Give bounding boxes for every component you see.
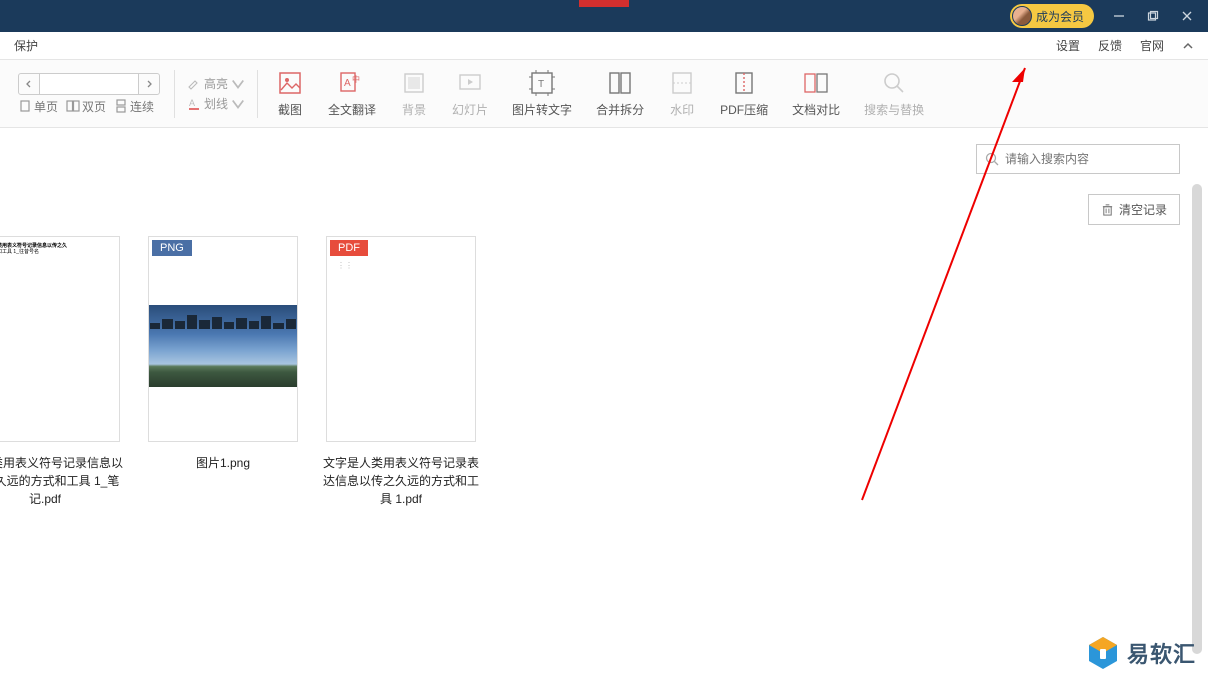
watermark-logo: 易软汇 <box>1085 635 1196 671</box>
svg-text:中: 中 <box>352 74 360 84</box>
file-name: 图片1.png <box>143 454 303 472</box>
scrollbar-thumb[interactable] <box>1192 184 1202 654</box>
menu-protect[interactable]: 保护 <box>14 37 38 54</box>
svg-text:A: A <box>189 98 195 108</box>
file-card[interactable]: F 文字是人类用表义符号记录信息以传之久 远的方式和工具 1_往昔号名 是人类用… <box>0 236 120 508</box>
full-translate-button[interactable]: A中 全文翻译 <box>316 65 388 122</box>
compress-icon <box>730 69 758 97</box>
file-card[interactable]: PNG 图片1.png <box>148 236 298 508</box>
slideshow-icon <box>456 69 484 97</box>
clear-records-button[interactable]: 清空记录 <box>1088 194 1180 225</box>
view-continuous[interactable]: 连续 <box>114 98 154 115</box>
watermark-button[interactable]: 水印 <box>656 65 708 122</box>
file-type-badge: PNG <box>152 240 192 256</box>
watermark-icon <box>668 69 696 97</box>
menu-feedback[interactable]: 反馈 <box>1098 37 1122 54</box>
file-thumbnail: PNG <box>148 236 298 442</box>
file-thumbnail: PDF ⋮⋮ <box>326 236 476 442</box>
ocr-icon: T <box>528 69 556 97</box>
merge-split-icon <box>606 69 634 97</box>
menu-bar: 保护 设置 反馈 官网 <box>0 32 1208 60</box>
merge-split-button[interactable]: 合并拆分 <box>584 65 656 122</box>
content-area: 清空记录 F 文字是人类用表义符号记录信息以传之久 远的方式和工具 1_往昔号名… <box>0 128 1208 681</box>
search-icon <box>985 152 999 166</box>
logo-icon <box>1085 635 1121 671</box>
file-grid: F 文字是人类用表义符号记录信息以传之久 远的方式和工具 1_往昔号名 是人类用… <box>0 128 476 508</box>
img-to-text-button[interactable]: T 图片转文字 <box>500 65 584 122</box>
doc-compare-button[interactable]: 文档对比 <box>780 65 852 122</box>
background-icon <box>400 69 428 97</box>
file-name: 文字是人类用表义符号记录表达信息以传之久远的方式和工具 1.pdf <box>321 454 481 508</box>
minimize-button[interactable] <box>1102 2 1136 30</box>
search-replace-button[interactable]: 搜索与替换 <box>852 65 936 122</box>
svg-text:A: A <box>344 78 351 89</box>
file-card[interactable]: PDF ⋮⋮ 文字是人类用表义符号记录表达信息以传之久远的方式和工具 1.pdf <box>326 236 476 508</box>
menu-settings[interactable]: 设置 <box>1056 37 1080 54</box>
member-label: 成为会员 <box>1036 8 1084 25</box>
member-badge[interactable]: 成为会员 <box>1010 4 1094 28</box>
svg-text:T: T <box>538 79 544 90</box>
search-box[interactable] <box>976 144 1180 174</box>
background-button[interactable]: 背景 <box>388 65 440 122</box>
collapse-ribbon-button[interactable] <box>1182 40 1194 52</box>
screenshot-button[interactable]: 截图 <box>264 65 316 122</box>
pdf-compress-button[interactable]: PDF压缩 <box>708 65 780 122</box>
file-name: 是人类用表义符号记录信息以传之久远的方式和工具 1_笔记.pdf <box>0 454 125 508</box>
page-navigator <box>18 73 160 95</box>
toolbar-ribbon: 单页 双页 连续 高亮 A 划线 截图 A中 <box>0 60 1208 128</box>
vertical-scrollbar[interactable] <box>1192 184 1202 654</box>
compare-icon <box>802 69 830 97</box>
prev-page-button[interactable] <box>19 79 39 89</box>
file-thumbnail: F 文字是人类用表义符号记录信息以传之久 远的方式和工具 1_往昔号名 <box>0 236 120 442</box>
page-number-input[interactable] <box>39 74 139 94</box>
menu-official[interactable]: 官网 <box>1140 37 1164 54</box>
active-tab-indicator <box>579 0 629 7</box>
file-type-badge: PDF <box>330 240 368 256</box>
translate-icon: A中 <box>338 69 366 97</box>
maximize-button[interactable] <box>1136 2 1170 30</box>
underline-button[interactable]: A 划线 <box>187 95 245 112</box>
close-button[interactable] <box>1170 2 1204 30</box>
view-double-page[interactable]: 双页 <box>66 98 106 115</box>
avatar <box>1012 6 1032 26</box>
watermark-text: 易软汇 <box>1127 637 1196 669</box>
view-single-page[interactable]: 单页 <box>18 98 58 115</box>
next-page-button[interactable] <box>139 79 159 89</box>
slideshow-button[interactable]: 幻灯片 <box>440 65 500 122</box>
screenshot-icon <box>276 69 304 97</box>
search-icon <box>880 69 908 97</box>
search-input[interactable] <box>1005 152 1171 166</box>
title-bar: 成为会员 <box>0 0 1208 32</box>
trash-icon <box>1101 203 1114 216</box>
highlight-button[interactable]: 高亮 <box>187 75 245 92</box>
